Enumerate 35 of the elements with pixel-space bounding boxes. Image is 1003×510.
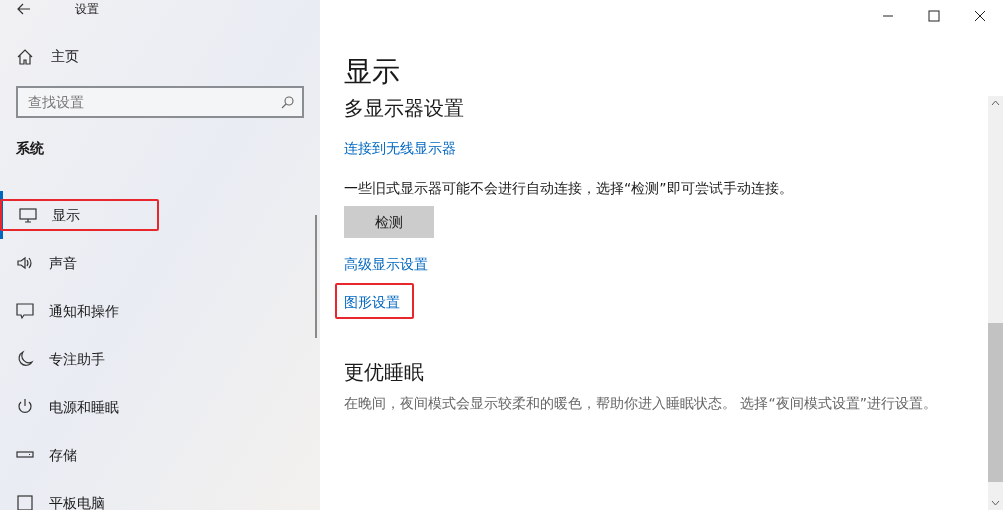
monitor-icon xyxy=(19,206,37,224)
home-item[interactable]: 主页 xyxy=(0,46,85,67)
scroll-down-icon[interactable] xyxy=(991,500,1000,506)
scroll-up-icon[interactable] xyxy=(991,100,1000,106)
search-icon[interactable] xyxy=(281,96,294,109)
tablet-icon xyxy=(16,494,34,510)
description-text: 在晚间，夜间模式会显示较柔和的暖色，帮助你进入睡眠状态。 选择“夜间模式设置”进行设置。 xyxy=(344,394,938,413)
scrollbar[interactable] xyxy=(988,96,1003,510)
message-icon xyxy=(16,302,34,320)
back-icon[interactable] xyxy=(17,3,31,15)
nav-item[interactable]: 平板电脑 xyxy=(0,479,320,510)
nav-item[interactable]: 电源和睡眠 xyxy=(0,383,320,431)
section-heading: 更优睡眠 xyxy=(344,359,425,386)
settings-link[interactable]: 连接到无线显示器 xyxy=(344,140,456,156)
nav-item[interactable]: 专注助手 xyxy=(0,335,320,383)
detect-button[interactable]: 检测 xyxy=(344,206,434,238)
settings-link[interactable]: 高级显示设置 xyxy=(344,256,428,272)
power-icon xyxy=(16,398,34,416)
moon-icon xyxy=(16,350,34,368)
close-icon xyxy=(974,10,986,22)
nav-item[interactable]: 存储 xyxy=(0,431,320,479)
description-text: 一些旧式显示器可能不会进行自动连接，选择“检测”即可尝试手动连接。 xyxy=(344,179,794,198)
page-title: 显示 xyxy=(344,54,400,90)
nav-item[interactable]: 声音 xyxy=(0,239,320,287)
speaker-icon xyxy=(16,254,34,272)
scrollbar-thumb[interactable] xyxy=(988,323,1003,482)
settings-link[interactable]: 图形设置 xyxy=(344,294,400,310)
section-heading: 系统 xyxy=(15,139,45,158)
section-heading: 多显示器设置 xyxy=(344,95,465,122)
search-field[interactable]: 查找设置 xyxy=(16,86,304,118)
nav-item[interactable]: 通知和操作 xyxy=(0,287,320,335)
nav-item[interactable]: 显示 xyxy=(0,191,320,239)
maximize-icon xyxy=(928,10,940,22)
home-icon xyxy=(17,48,33,65)
window-title: 设置 xyxy=(75,1,99,18)
